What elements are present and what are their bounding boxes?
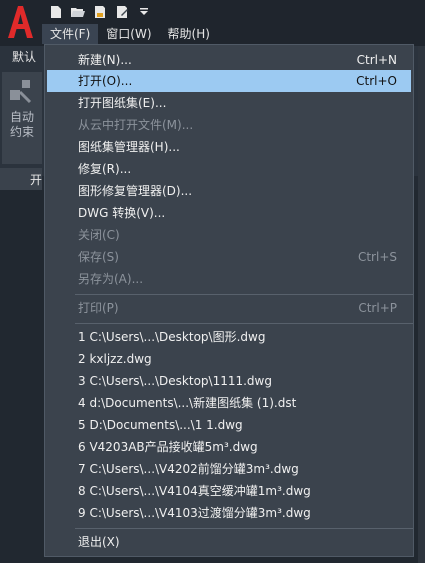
menu-item-new[interactable]: 新建(N)... Ctrl+N <box>45 49 413 71</box>
recent-file-6[interactable]: 6 V4203AB产品接收罐5m³.dwg <box>45 436 413 458</box>
menu-bar: 文件(F) 窗口(W) 帮助(H) <box>42 24 218 44</box>
recent-file-9[interactable]: 9 C:\Users\...\V4103过渡馏分罐3m³.dwg <box>45 502 413 524</box>
menu-separator <box>75 294 413 295</box>
menu-item-open-sheet-set[interactable]: 打开图纸集(E)... <box>45 92 413 114</box>
title-bar: 文件(F) 窗口(W) 帮助(H) <box>0 0 425 46</box>
menu-item-print[interactable]: 打印(P) Ctrl+P <box>45 297 413 319</box>
menu-item-open-from-cloud[interactable]: 从云中打开文件(M)... <box>45 114 413 136</box>
save-as-icon[interactable] <box>114 4 130 20</box>
open-folder-icon[interactable] <box>70 4 86 20</box>
auto-constrain-button[interactable]: 自动约束 <box>2 72 42 164</box>
customize-dropdown-icon[interactable] <box>136 4 152 20</box>
recent-file-8[interactable]: 8 C:\Users\...\V4104真空缓冲罐1m³.dwg <box>45 480 413 502</box>
menu-item-save[interactable]: 保存(S) Ctrl+S <box>45 246 413 268</box>
menu-help[interactable]: 帮助(H) <box>160 24 218 44</box>
recent-file-5[interactable]: 5 D:\Documents\...\1 1.dwg <box>45 414 413 436</box>
file-menu-dropdown: 新建(N)... Ctrl+N 打开(O)... Ctrl+O 打开图纸集(E)… <box>44 44 414 557</box>
ribbon-tab-default[interactable]: 默认 <box>12 48 36 65</box>
menu-item-dwg-convert[interactable]: DWG 转换(V)... <box>45 202 413 224</box>
menu-separator <box>75 528 413 529</box>
menu-window[interactable]: 窗口(W) <box>98 24 159 44</box>
menu-item-sheet-set-manager[interactable]: 图纸集管理器(H)... <box>45 136 413 158</box>
menu-item-drawing-recovery-manager[interactable]: 图形修复管理器(D)... <box>45 180 413 202</box>
document-tab-label: 开 <box>30 173 43 187</box>
new-file-icon[interactable] <box>48 4 64 20</box>
menu-item-recover[interactable]: 修复(R)... <box>45 158 413 180</box>
recent-file-2[interactable]: 2 kxljzz.dwg <box>45 348 413 370</box>
document-tab[interactable]: 开 <box>0 168 42 190</box>
recent-file-1[interactable]: 1 C:\Users\...\Desktop\图形.dwg <box>45 326 413 348</box>
auto-constrain-icon <box>10 80 32 104</box>
menu-separator <box>75 323 413 324</box>
menu-item-close[interactable]: 关闭(C) <box>45 224 413 246</box>
menu-item-save-as[interactable]: 另存为(A)... <box>45 268 413 290</box>
auto-constrain-label: 自动约束 <box>10 110 35 139</box>
quick-access-toolbar <box>48 4 152 20</box>
menu-file[interactable]: 文件(F) <box>42 24 99 44</box>
recent-file-3[interactable]: 3 C:\Users\...\Desktop\1111.dwg <box>45 370 413 392</box>
background-edge <box>418 46 425 563</box>
recent-file-4[interactable]: 4 d:\Documents\...\新建图纸集 (1).dst <box>45 392 413 414</box>
menu-item-open[interactable]: 打开(O)... Ctrl+O <box>47 70 411 92</box>
autocad-logo-icon[interactable] <box>6 4 34 40</box>
recent-file-7[interactable]: 7 C:\Users\...\V4202前馏分罐3m³.dwg <box>45 458 413 480</box>
save-icon[interactable] <box>92 4 108 20</box>
menu-item-exit[interactable]: 退出(X) <box>45 531 413 553</box>
